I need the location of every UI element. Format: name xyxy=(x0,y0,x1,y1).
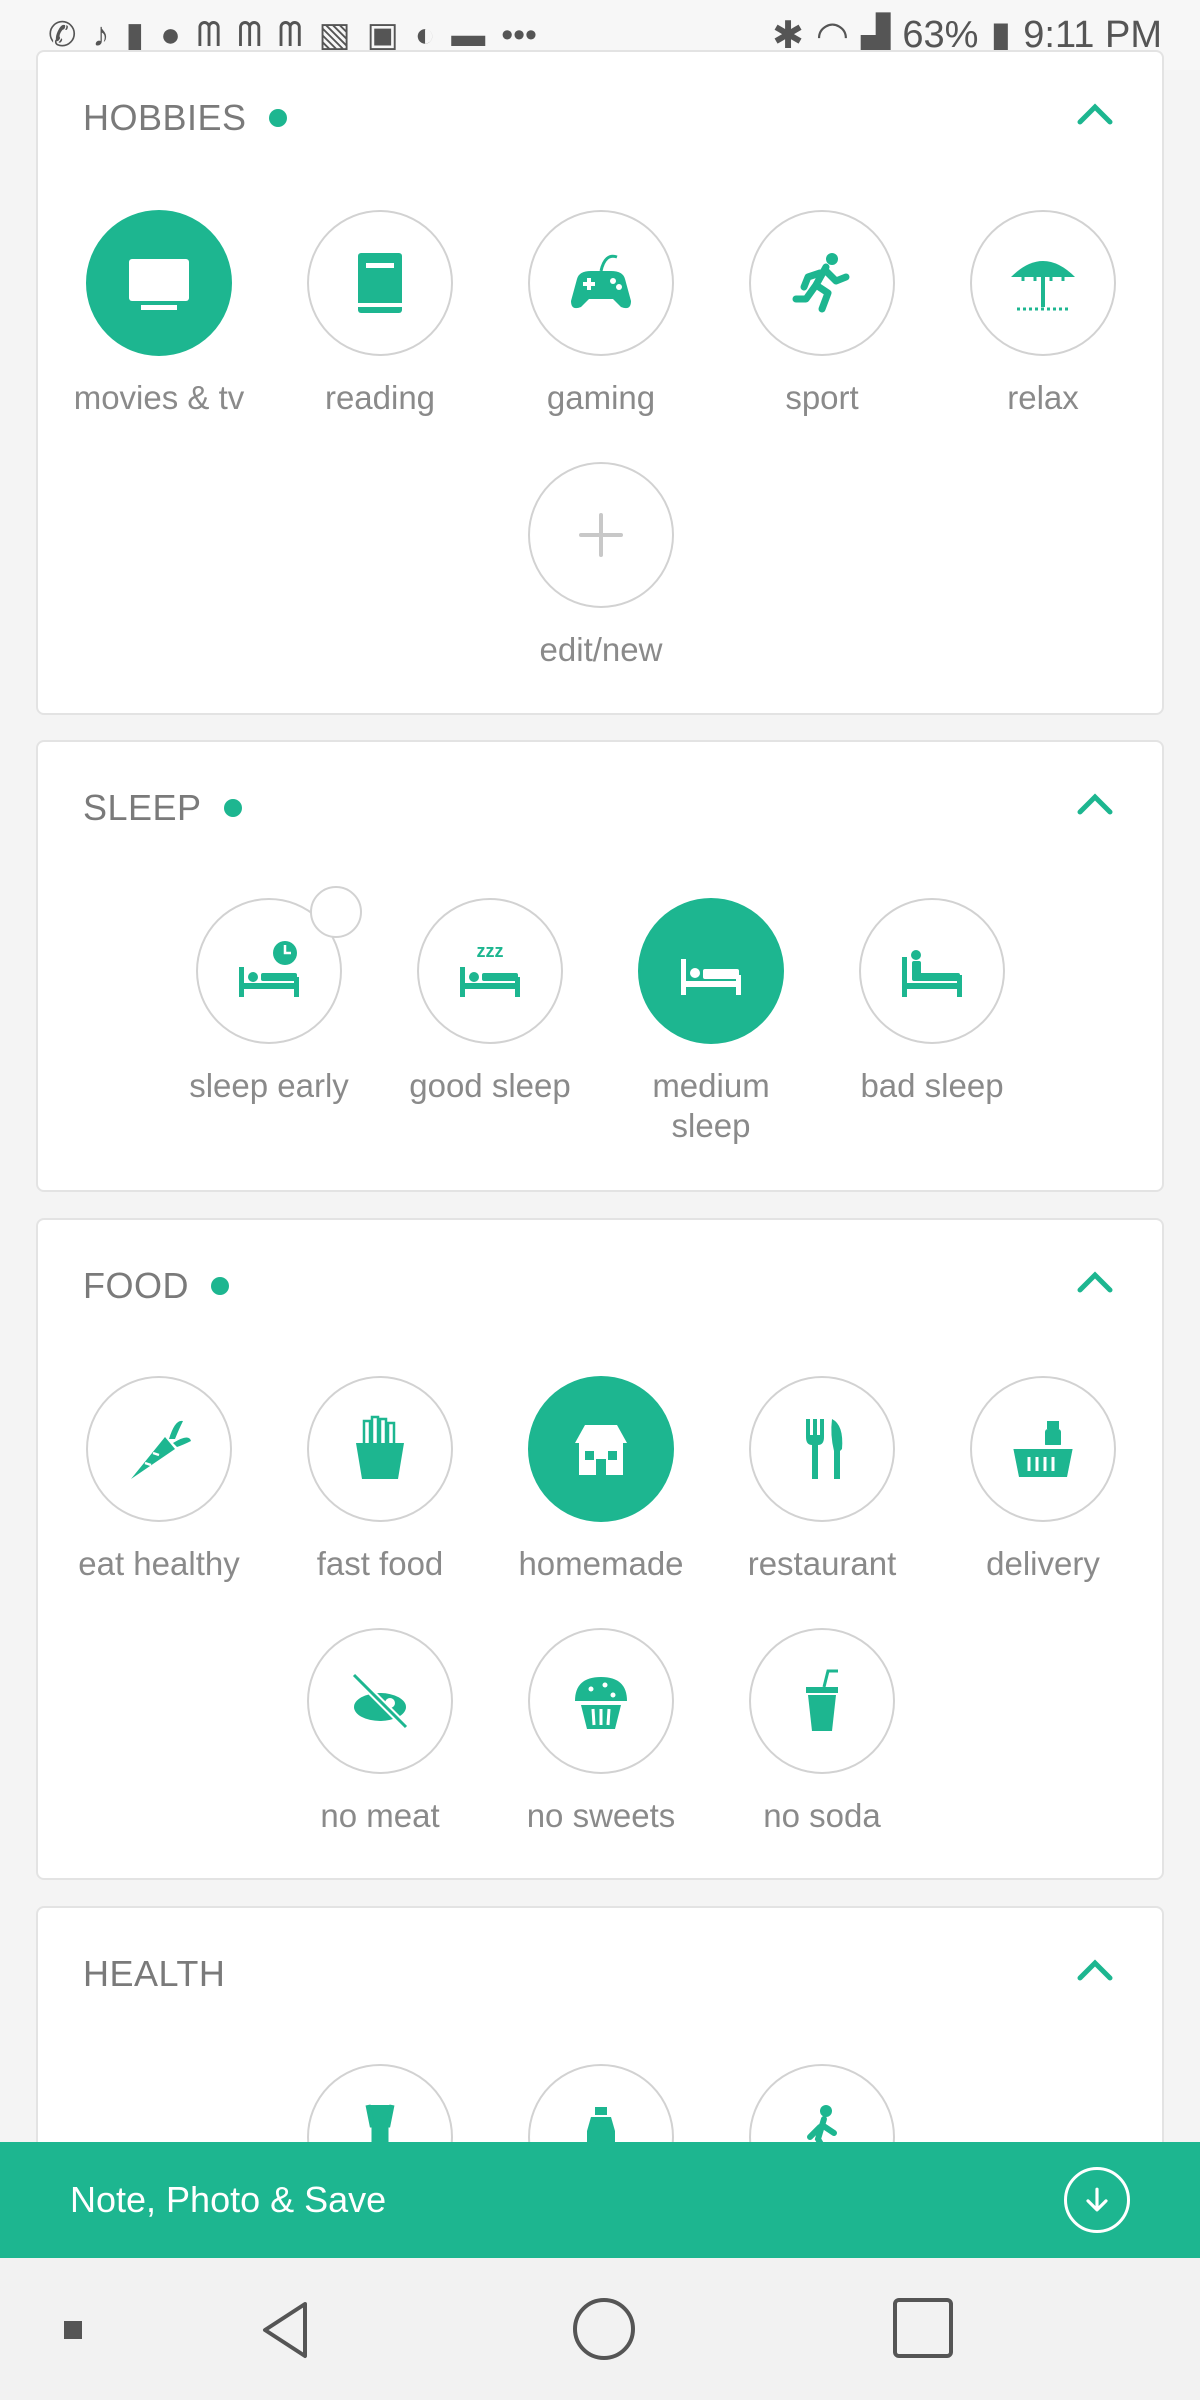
food-eat-healthy[interactable]: eat healthy xyxy=(59,1376,259,1584)
section-title: FOOD xyxy=(83,1265,229,1307)
hobby-movies-tv[interactable]: movies & tv xyxy=(59,210,259,418)
muffin-icon xyxy=(575,1677,627,1729)
basket-icon xyxy=(1013,1421,1073,1477)
sleep-good[interactable]: zzz good sleep xyxy=(390,898,590,1106)
food-restaurant[interactable]: restaurant xyxy=(722,1376,922,1584)
bed-clock-icon xyxy=(239,941,299,997)
hobby-reading[interactable]: reading xyxy=(280,210,480,418)
nav-extra-button[interactable] xyxy=(64,2321,82,2339)
more-icon: ••• xyxy=(501,16,537,54)
arrow-down-icon xyxy=(1086,2187,1108,2212)
no-meat-icon xyxy=(351,1672,409,1730)
status-dot xyxy=(223,799,242,817)
svg-text:zzz: zzz xyxy=(477,941,504,961)
food-no-sweets[interactable]: no sweets xyxy=(501,1628,701,1836)
section-title: SLEEP xyxy=(83,787,242,829)
section-title: HOBBIES xyxy=(83,97,287,139)
m-icon: ᗰ xyxy=(196,16,222,54)
bed-zzz-icon: zzz xyxy=(460,941,520,997)
badge xyxy=(310,886,362,938)
chevron-up-icon[interactable] xyxy=(1070,780,1120,830)
food-fast-food[interactable]: fast food xyxy=(280,1376,480,1584)
food-delivery[interactable]: delivery xyxy=(943,1376,1143,1584)
cup-icon: ▮ xyxy=(125,16,145,54)
notification-icons: ✆ ♪ ▮ ● ᗰ ᗰ ᗰ ▧ ▣ ◐ ▬ ••• xyxy=(48,18,772,52)
gamepad-icon xyxy=(571,254,631,309)
cutlery-icon xyxy=(806,1419,843,1479)
m-icon: ᗰ xyxy=(237,16,262,54)
hobby-edit-new[interactable]: edit/new xyxy=(501,462,701,670)
sleep-bad[interactable]: bad sleep xyxy=(832,898,1032,1106)
moon-icon: ◐ xyxy=(414,16,436,54)
chevron-up-icon[interactable] xyxy=(1070,90,1120,140)
fries-icon xyxy=(356,1415,404,1479)
beach-umbrella-icon xyxy=(1011,261,1075,311)
back-icon[interactable] xyxy=(255,2298,319,2362)
recent-apps-icon[interactable] xyxy=(893,2298,953,2358)
status-dot xyxy=(268,109,287,127)
system-nav-bar xyxy=(0,2258,1200,2400)
bed-icon: ▬ xyxy=(451,16,486,54)
sleep-medium[interactable]: medium sleep xyxy=(611,898,811,1146)
plus-icon xyxy=(579,513,623,557)
hobbies-card: HOBBIES movies & tv reading gaming sport… xyxy=(36,50,1164,715)
food-card: FOOD eat healthy fast food homemade rest… xyxy=(36,1218,1164,1880)
bed-sitting-icon xyxy=(902,950,962,997)
whatsapp-icon: ✆ xyxy=(48,16,77,54)
food-no-meat[interactable]: no meat xyxy=(280,1628,480,1836)
carrot-icon xyxy=(131,1420,191,1479)
food-homemade[interactable]: homemade xyxy=(501,1376,701,1584)
note-photo-save-label: Note, Photo & Save xyxy=(70,2179,387,2220)
soda-cup-icon xyxy=(806,1669,838,1731)
chevron-up-icon[interactable] xyxy=(1070,1946,1120,1996)
running-icon xyxy=(792,253,850,313)
bear-icon: ● xyxy=(160,16,181,54)
m-icon: ᗰ xyxy=(277,16,303,54)
tv-icon xyxy=(129,259,189,310)
note-photo-save-bar[interactable]: Note, Photo & Save xyxy=(0,2142,1200,2258)
book-icon xyxy=(358,253,402,313)
food-no-soda[interactable]: no soda xyxy=(722,1628,922,1836)
house-icon xyxy=(575,1425,627,1475)
home-icon[interactable] xyxy=(573,2298,635,2360)
status-dot xyxy=(211,1277,229,1295)
sleep-card: SLEEP sleep early zzz good sleep medium … xyxy=(36,740,1164,1192)
hobby-sport[interactable]: sport xyxy=(722,210,922,418)
chevron-up-icon[interactable] xyxy=(1070,1258,1120,1308)
bed-icon xyxy=(681,959,741,995)
app-icon: ▣ xyxy=(366,16,399,54)
image-icon: ▧ xyxy=(318,16,351,54)
hobby-relax[interactable]: relax xyxy=(943,210,1143,418)
download-button[interactable] xyxy=(1064,2167,1130,2233)
tiktok-icon: ♪ xyxy=(92,16,110,54)
section-title: HEALTH xyxy=(83,1953,226,1994)
sleep-early[interactable]: sleep early xyxy=(169,886,369,1106)
hobby-gaming[interactable]: gaming xyxy=(501,210,701,418)
